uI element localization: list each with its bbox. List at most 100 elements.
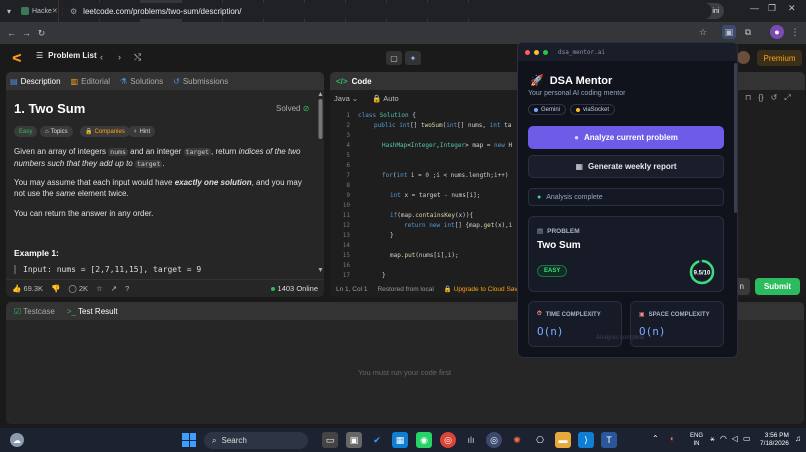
window-dot-green bbox=[543, 49, 548, 55]
todo-app-icon[interactable]: ✔ bbox=[369, 432, 385, 448]
bookmark-star-icon[interactable]: ☆ bbox=[696, 25, 710, 39]
close-tab-icon[interactable]: ✕ bbox=[52, 7, 58, 15]
notification-bell-icon[interactable]: ♫ bbox=[795, 434, 801, 443]
favorite-star-icon[interactable]: ☆ bbox=[96, 284, 103, 293]
online-count: 1403 Online bbox=[270, 284, 318, 293]
task-view-icon[interactable]: ▭ bbox=[322, 432, 338, 448]
tray-app-icon[interactable]: ◐ bbox=[670, 434, 675, 443]
mentor-titlebar: dsa_mentor.ai bbox=[518, 43, 737, 61]
bookmark-icon[interactable]: ⊓ bbox=[745, 93, 751, 103]
companies-chip[interactable]: 🔒 Companies bbox=[80, 126, 130, 137]
weekly-report-button[interactable]: ▦ Generate weekly report bbox=[528, 155, 724, 178]
prev-problem-icon[interactable]: ‹ bbox=[100, 52, 103, 62]
code-line[interactable]: map.put(nums[i],i); bbox=[390, 252, 459, 259]
file-explorer-icon[interactable]: ▬ bbox=[555, 432, 571, 448]
bluetooth-icon[interactable]: ⚹ bbox=[710, 434, 715, 444]
line-number: 9 bbox=[346, 192, 350, 199]
submit-button[interactable]: Submit bbox=[755, 278, 800, 295]
format-braces-icon[interactable]: {} bbox=[758, 93, 763, 103]
store-app-icon[interactable]: ▦ bbox=[392, 432, 408, 448]
code-line[interactable]: int x = target - nums[i]; bbox=[390, 192, 480, 199]
ai-sparkle-icon[interactable]: ✦ bbox=[405, 51, 421, 65]
code-line[interactable]: class Solution { bbox=[358, 112, 416, 119]
tray-chevron-icon[interactable]: ⌃ bbox=[652, 434, 659, 443]
site-info-icon[interactable]: ⚙ bbox=[70, 7, 77, 16]
hint-chip[interactable]: ♀ Hint bbox=[128, 126, 156, 137]
terminal-icon: >_ bbox=[66, 306, 76, 316]
chart-icon: ▦ bbox=[575, 162, 584, 171]
system-clock[interactable]: 3:56 PM 7/18/2026 bbox=[760, 432, 789, 448]
teams-icon[interactable]: T bbox=[601, 432, 617, 448]
code-line[interactable]: } bbox=[390, 232, 394, 239]
volume-icon[interactable]: ◁ bbox=[732, 434, 738, 444]
tab-solutions[interactable]: ⚗ Solutions bbox=[120, 77, 163, 86]
leetcode-logo-icon[interactable]: ᐸ bbox=[12, 52, 22, 65]
comments-button[interactable]: ◯ 2K bbox=[68, 284, 88, 293]
file-app-icon[interactable]: ▣ bbox=[346, 432, 362, 448]
code-line[interactable]: public int[] twoSum(int[] nums, int ta bbox=[374, 122, 511, 129]
dislike-icon[interactable]: 👎 bbox=[51, 284, 60, 293]
battery-icon[interactable]: ▭ bbox=[743, 434, 751, 444]
fullscreen-icon[interactable]: ⤢ bbox=[784, 93, 790, 103]
topics-chip[interactable]: ⌂ Topics bbox=[40, 126, 73, 137]
help-icon[interactable]: ? bbox=[125, 284, 129, 293]
code-line[interactable]: for(int i = 0 ;i < nums.length;i++) bbox=[382, 172, 508, 179]
back-icon[interactable]: ← bbox=[4, 28, 19, 38]
stats-app-icon[interactable]: ılı bbox=[463, 432, 479, 448]
claude-icon[interactable]: ✺ bbox=[509, 432, 525, 448]
url-field[interactable]: ⚙ leetcode.com/problems/two-sum/descripti… bbox=[62, 3, 712, 19]
upgrade-cloud-link[interactable]: 🔒 Upgrade to Cloud Saving bbox=[444, 285, 527, 293]
wifi-icon[interactable]: ◠ bbox=[720, 434, 727, 444]
premium-button[interactable]: Premium bbox=[757, 50, 802, 66]
forward-icon[interactable]: → bbox=[19, 28, 34, 38]
language-select[interactable]: Java ⌄ bbox=[334, 94, 358, 103]
whatsapp-icon[interactable]: ◉ bbox=[416, 432, 432, 448]
tab-editorial[interactable]: ▥ Editorial bbox=[71, 77, 110, 86]
reset-icon[interactable]: ↺ bbox=[771, 93, 778, 103]
tab-search-icon[interactable]: ▾ bbox=[0, 7, 18, 16]
browser-tab[interactable]: Hacke ✕ bbox=[18, 0, 59, 22]
chrome-active-icon[interactable]: ◎ bbox=[486, 432, 502, 448]
windows-start-icon[interactable] bbox=[182, 433, 196, 447]
input-language[interactable]: ENG IN bbox=[690, 432, 703, 448]
reload-icon[interactable]: ↻ bbox=[34, 28, 49, 39]
code-line[interactable]: return new int[] {map.get(x),i bbox=[404, 222, 512, 229]
chrome-icon[interactable]: ◎ bbox=[440, 432, 456, 448]
code-line[interactable]: HashMap<Integer,Integer> map = new H bbox=[382, 142, 512, 149]
mentor-scrollbar[interactable] bbox=[734, 63, 737, 213]
rocket-icon: 🚀 bbox=[530, 75, 544, 87]
openai-icon[interactable]: ⎔ bbox=[532, 432, 548, 448]
shuffle-icon[interactable]: ⤭ bbox=[134, 52, 141, 63]
comment-icon: ◯ bbox=[68, 284, 77, 293]
time-complexity-value: O(n) bbox=[537, 325, 564, 338]
maximize-icon[interactable]: ❐ bbox=[768, 3, 776, 14]
taskbar-search[interactable]: ⌕ Search bbox=[204, 432, 308, 449]
tab-test-result[interactable]: >_ Test Result bbox=[67, 307, 118, 316]
line-number: 17 bbox=[342, 272, 350, 279]
score-text: 9.5/10 bbox=[694, 271, 711, 277]
extensions-icon[interactable]: ⧉ bbox=[741, 25, 755, 39]
like-button[interactable]: 👍 69.3K bbox=[12, 284, 43, 293]
tab-description[interactable]: ▤ Description bbox=[10, 77, 61, 86]
analyze-problem-button[interactable]: ● Analyze current problem bbox=[528, 126, 724, 149]
tab-submissions[interactable]: ↺ Submissions bbox=[173, 77, 228, 86]
weather-icon[interactable]: ☁ bbox=[10, 433, 24, 447]
dsa-mentor-extension-icon[interactable]: ▣ bbox=[722, 25, 736, 39]
chrome-menu-icon[interactable]: ⋮ bbox=[788, 25, 802, 39]
notes-icon[interactable]: ▢ bbox=[386, 51, 402, 65]
next-problem-icon[interactable]: › bbox=[118, 52, 121, 62]
search-icon: ⌕ bbox=[212, 435, 217, 445]
user-avatar[interactable] bbox=[737, 51, 750, 64]
profile-avatar[interactable]: ● bbox=[770, 25, 784, 39]
vscode-icon[interactable]: ⟩ bbox=[578, 432, 594, 448]
description-paragraph-1: Given an array of integers nums and an i… bbox=[14, 147, 301, 168]
problem-list-button[interactable]: ☰ Problem List bbox=[36, 51, 97, 60]
auto-toggle[interactable]: 🔒 Auto bbox=[372, 94, 398, 103]
share-icon[interactable]: ↗ bbox=[111, 284, 117, 293]
code-line[interactable]: if(map.containsKey(x)){ bbox=[390, 212, 473, 219]
code-line[interactable]: } bbox=[382, 272, 386, 279]
minimize-icon[interactable]: — bbox=[750, 3, 759, 13]
description-scrollbar[interactable] bbox=[318, 92, 323, 272]
close-window-icon[interactable]: ✕ bbox=[788, 3, 796, 14]
tab-testcase[interactable]: ☑ Testcase bbox=[14, 307, 55, 316]
